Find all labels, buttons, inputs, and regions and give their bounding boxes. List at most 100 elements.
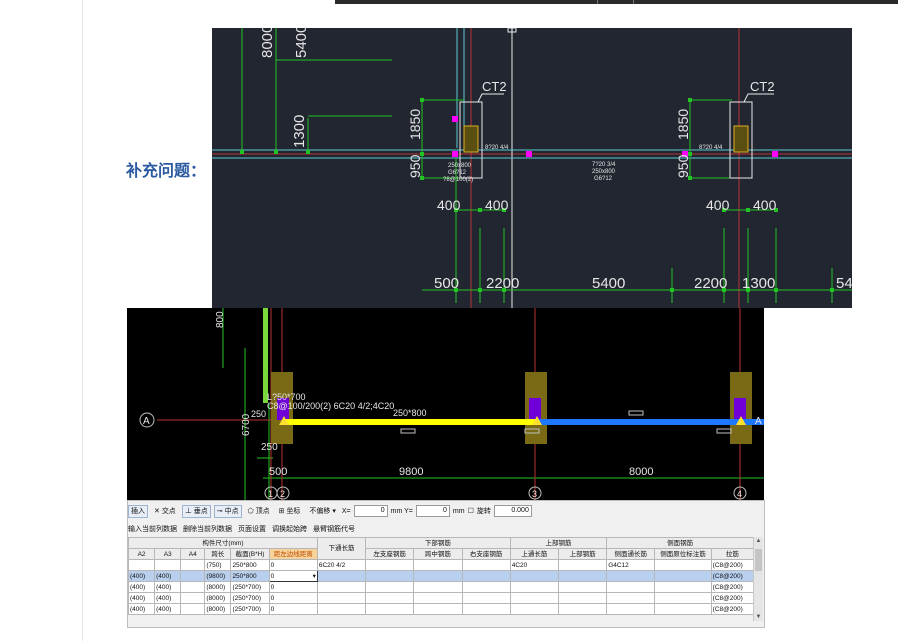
midpoint-snap[interactable]: ⊸ 中点 [213, 504, 242, 518]
column-fill-right [733, 125, 749, 153]
scroll-up-icon[interactable]: ▲ [754, 537, 763, 545]
scroll-thumb[interactable] [755, 549, 762, 571]
menu-input-column[interactable]: 输入当前列数据 [128, 524, 177, 534]
cad-beam-editor-view: A A 1 2 3 4 800 6700 L?50*700 C8@100/200… [127, 308, 764, 500]
offset-dropdown[interactable]: 不偏移 ▾ [306, 505, 338, 518]
dim-v-8000: 8000 [259, 28, 276, 58]
dim-950-left: 950 [407, 154, 423, 178]
beam-mid-rebar: 7?20 3/4 [592, 162, 616, 168]
col-section[interactable]: 截面(B*H) [230, 548, 270, 560]
col-left-support[interactable]: 左支座钢筋 [365, 548, 415, 560]
dim-250-a: 250 [251, 409, 266, 419]
menu-page-setup[interactable]: 页面设置 [238, 524, 266, 534]
beam-table-panel: 插入 ✕ 交点 ⊥ 垂点 ⊸ 中点 ⬠ 顶点 ⊞ 坐标 不偏移 ▾ X= 0 m… [127, 500, 765, 628]
dim-1850-right: 1850 [675, 109, 691, 140]
x-label: X= [341, 507, 351, 515]
dim-h-8000: 8000 [629, 466, 653, 478]
menu-swap-start-span[interactable]: 调换起始跨 [272, 524, 307, 534]
table-row[interactable]: (400) (400) (8000) (250*700) 0 (C8@200) [127, 603, 755, 615]
dim-h-1300: 1300 [742, 275, 775, 292]
dim-h-2200b: 2200 [694, 275, 727, 292]
col-top-rebar[interactable]: 上部钢筋 [557, 548, 608, 560]
active-cell-dropdown[interactable]: 0 ▾ [268, 570, 318, 582]
dim-1850-left: 1850 [407, 109, 423, 140]
table-row[interactable]: (400) (400) (8000) (250*700) 0 (C8@200) [127, 581, 755, 593]
column-fill-left [463, 125, 479, 153]
beam-mid-side: G6?12 [594, 176, 613, 182]
intersection-snap[interactable]: ✕ 交点 [151, 505, 179, 518]
col-side-through[interactable]: 侧面通长筋 [606, 548, 656, 560]
col-span[interactable]: 跨长 [204, 548, 232, 560]
previous-image-edge [335, 0, 898, 4]
rotate-checkbox[interactable]: ☐ [468, 507, 474, 515]
axis-1: 1 [268, 489, 273, 499]
table-group-header: 构件尺寸(mm) 下通长筋 下部钢筋 上部钢筋 侧面钢筋 [128, 537, 754, 560]
column-tag-right: CT2 [750, 79, 775, 94]
dim-250-b: 250 [261, 442, 278, 453]
menu-delete-column[interactable]: 删除当前列数据 [183, 524, 232, 534]
rotate-input[interactable]: 0.000 [493, 505, 532, 517]
beam-label-2: C8@100/200(2) 6C20 4/2;4C20 [267, 401, 394, 411]
dim-h-2200a: 2200 [486, 275, 519, 292]
insert-button[interactable]: 插入 [128, 504, 148, 518]
dim-400-left-b: 400 [485, 197, 509, 213]
dim-v-800: 800 [215, 311, 226, 328]
content-left-border [82, 0, 83, 641]
table-row[interactable]: (400) (400) (8000) (250*700) 0 (C8@200) [127, 592, 755, 604]
perpendicular-snap[interactable]: ⊥ 垂点 [181, 504, 211, 518]
col-a4[interactable]: A4 [180, 548, 206, 560]
beam-selected-yellow [283, 419, 536, 425]
dim-h-54: 54 [836, 275, 852, 292]
table-menu: 输入当前列数据 删除当前列数据 页面设置 调换起始跨 悬臂钢筋代号 [128, 523, 355, 535]
dim-v-1300: 1300 [291, 115, 308, 148]
scroll-down-icon[interactable]: ▼ [754, 613, 763, 621]
x-input[interactable]: 0 [353, 505, 388, 517]
dim-h-5400: 5400 [592, 275, 625, 292]
dim-v-5400: 5400 [293, 28, 310, 58]
axis-4: 4 [737, 489, 742, 499]
beam-size-label: 250*800 [393, 408, 427, 418]
group-bottom-rebar: 下部钢筋 [365, 537, 511, 549]
chevron-down-icon[interactable]: ▾ [313, 572, 316, 581]
axis-3: 3 [532, 489, 537, 499]
table-row-selected[interactable]: (400) (400) (9800) 250*800 0 ▾ (C8@200) [127, 570, 755, 582]
table-column-header: A2 A3 A4 跨长 截面(B*H) 距左边线距离 左支座钢筋 跨中钢筋 右支… [127, 548, 755, 560]
dim-h-500: 500 [434, 275, 459, 292]
group-top-rebar: 上部钢筋 [509, 537, 608, 549]
col-right-support[interactable]: 右支座钢筋 [461, 548, 511, 560]
axis-a-bubble-left: A [143, 416, 150, 427]
axis-2: 2 [280, 489, 285, 499]
coordinate-snap[interactable]: ⊞ 坐标 [276, 505, 304, 518]
group-side-rebar: 侧面钢筋 [606, 537, 754, 549]
col-a2[interactable]: A2 [127, 548, 156, 560]
rotate-label: 旋转 [476, 508, 491, 515]
group-section-size: 构件尺寸(mm) [128, 537, 318, 549]
vertex-snap[interactable]: ⬠ 顶点 [245, 505, 273, 518]
col-mid-span[interactable]: 跨中钢筋 [413, 548, 463, 560]
beam-left-size: 250x800 [448, 163, 472, 169]
col-top-through[interactable]: 上通长筋 [509, 548, 559, 560]
y-input[interactable]: 0 [415, 505, 450, 517]
dim-h-500: 500 [269, 466, 287, 478]
beam-blue [536, 419, 764, 425]
beam-left-side: G6?12 [448, 170, 467, 176]
table-row[interactable]: (750) 250*800 0 6C20 4/2 4C20 G4C12 (C8@2… [127, 559, 755, 571]
dim-400-left-a: 400 [437, 197, 461, 213]
beam-mid-size: 250x800 [592, 169, 616, 175]
beam-span-table: 构件尺寸(mm) 下通长筋 下部钢筋 上部钢筋 侧面钢筋 A2 A3 A4 跨长… [127, 537, 755, 615]
snap-toolbar: 插入 ✕ 交点 ⊥ 垂点 ⊸ 中点 ⬠ 顶点 ⊞ 坐标 不偏移 ▾ X= 0 m… [128, 503, 532, 519]
col-a3[interactable]: A3 [154, 548, 182, 560]
menu-cantilever-code[interactable]: 悬臂钢筋代号 [313, 524, 355, 534]
col-side-original[interactable]: 侧面原位标注筋 [654, 548, 712, 560]
col-left-distance[interactable]: 距左边线距离 [268, 548, 318, 560]
dim-400-right-b: 400 [753, 197, 777, 213]
column-tag-left: CT2 [482, 79, 507, 94]
y-label: mm Y= [390, 507, 413, 515]
axis-a-bubble-right: A [755, 416, 762, 427]
table-vertical-scrollbar[interactable]: ▲ ▼ [753, 537, 763, 621]
col-tie[interactable]: 拉筋 [710, 548, 755, 560]
cad-plan-view-top: 8000 5400 1300 CT2 CT2 1850 950 1850 950… [212, 28, 852, 308]
dim-400-right-a: 400 [706, 197, 730, 213]
beam-left-stirrup: ?8@100(2) [443, 177, 473, 183]
dim-h-9800: 9800 [399, 466, 423, 478]
